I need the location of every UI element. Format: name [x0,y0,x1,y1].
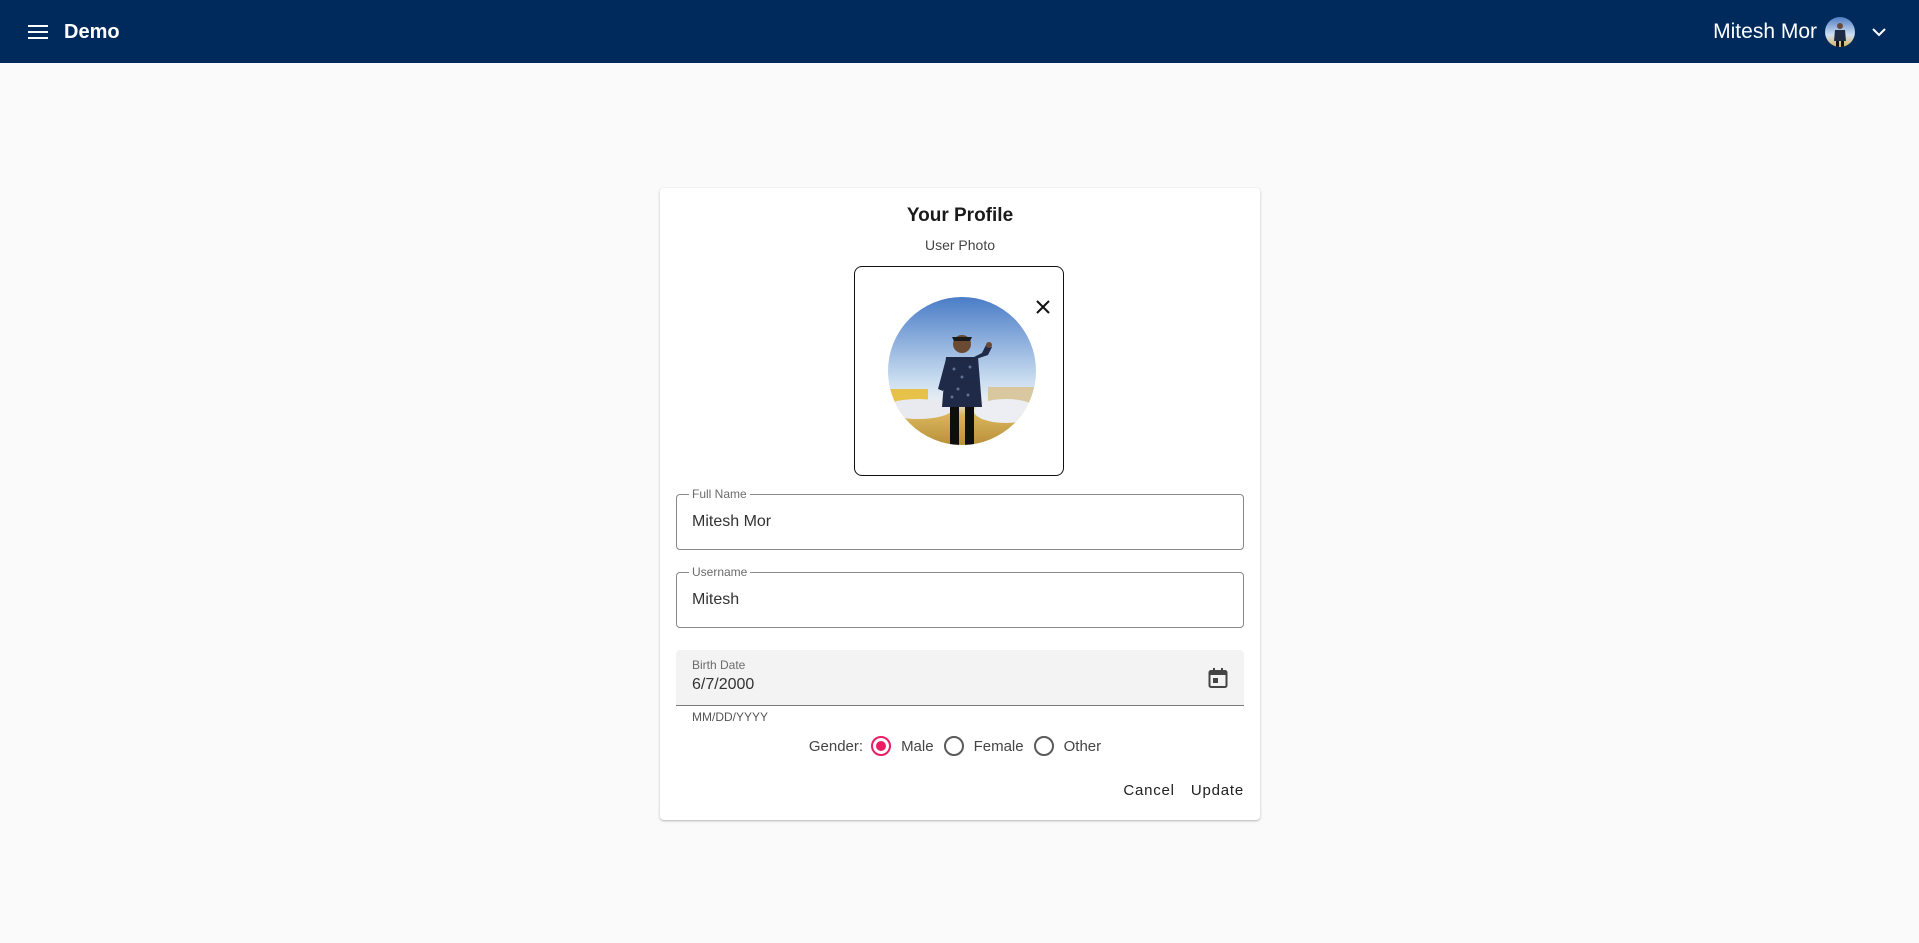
radio-male[interactable] [871,736,892,756]
calendar-icon [1208,668,1228,688]
full-name-label: Full Name [689,487,750,501]
update-button[interactable]: Update [1191,782,1244,800]
user-photo [888,297,1036,445]
photo-caption: User Photo [924,237,996,253]
gender-option-label: Other [1063,737,1102,755]
birth-date-input[interactable] [692,674,1172,696]
avatar [1825,17,1855,47]
gender-label: Gender: [808,737,864,755]
gender-option-label: Male [901,737,934,755]
radio-other[interactable] [1033,736,1054,756]
gender-radio-group: Gender: Male Female Other [660,734,1260,758]
datepicker-toggle-button[interactable] [1204,664,1232,692]
menu-button[interactable] [24,18,52,46]
close-icon [1036,300,1050,314]
username-label: Username [689,565,751,579]
gender-option-other[interactable]: Other [1033,736,1102,756]
gender-option-male[interactable]: Male [871,736,934,756]
username-field: Username [676,565,1244,628]
photo-upload-box[interactable] [854,266,1064,476]
cancel-button[interactable]: Cancel [1123,782,1175,800]
user-name: Mitesh Mor [1713,20,1817,43]
birth-date-field: Birth Date [676,650,1244,706]
form-actions: Cancel Update [1107,782,1244,800]
full-name-field: Full Name [676,487,1244,550]
username-input[interactable] [692,588,1222,612]
radio-female[interactable] [943,736,964,756]
full-name-input[interactable] [692,510,1222,534]
menu-icon [28,25,48,39]
gender-option-female[interactable]: Female [943,736,1024,756]
user-menu[interactable]: Mitesh Mor [1713,14,1891,50]
top-app-bar: Demo Mitesh Mor [0,0,1919,63]
page-title: Your Profile [906,205,1014,226]
chevron-down-icon [1867,20,1891,44]
remove-photo-button[interactable] [1031,295,1055,319]
app-title: Demo [64,21,120,43]
birth-date-label: Birth Date [692,658,746,672]
date-format-hint: MM/DD/YYYY [692,710,769,724]
profile-card: Your Profile User Photo Full Name Mitesh… [660,188,1260,820]
gender-option-label: Female [973,737,1024,755]
